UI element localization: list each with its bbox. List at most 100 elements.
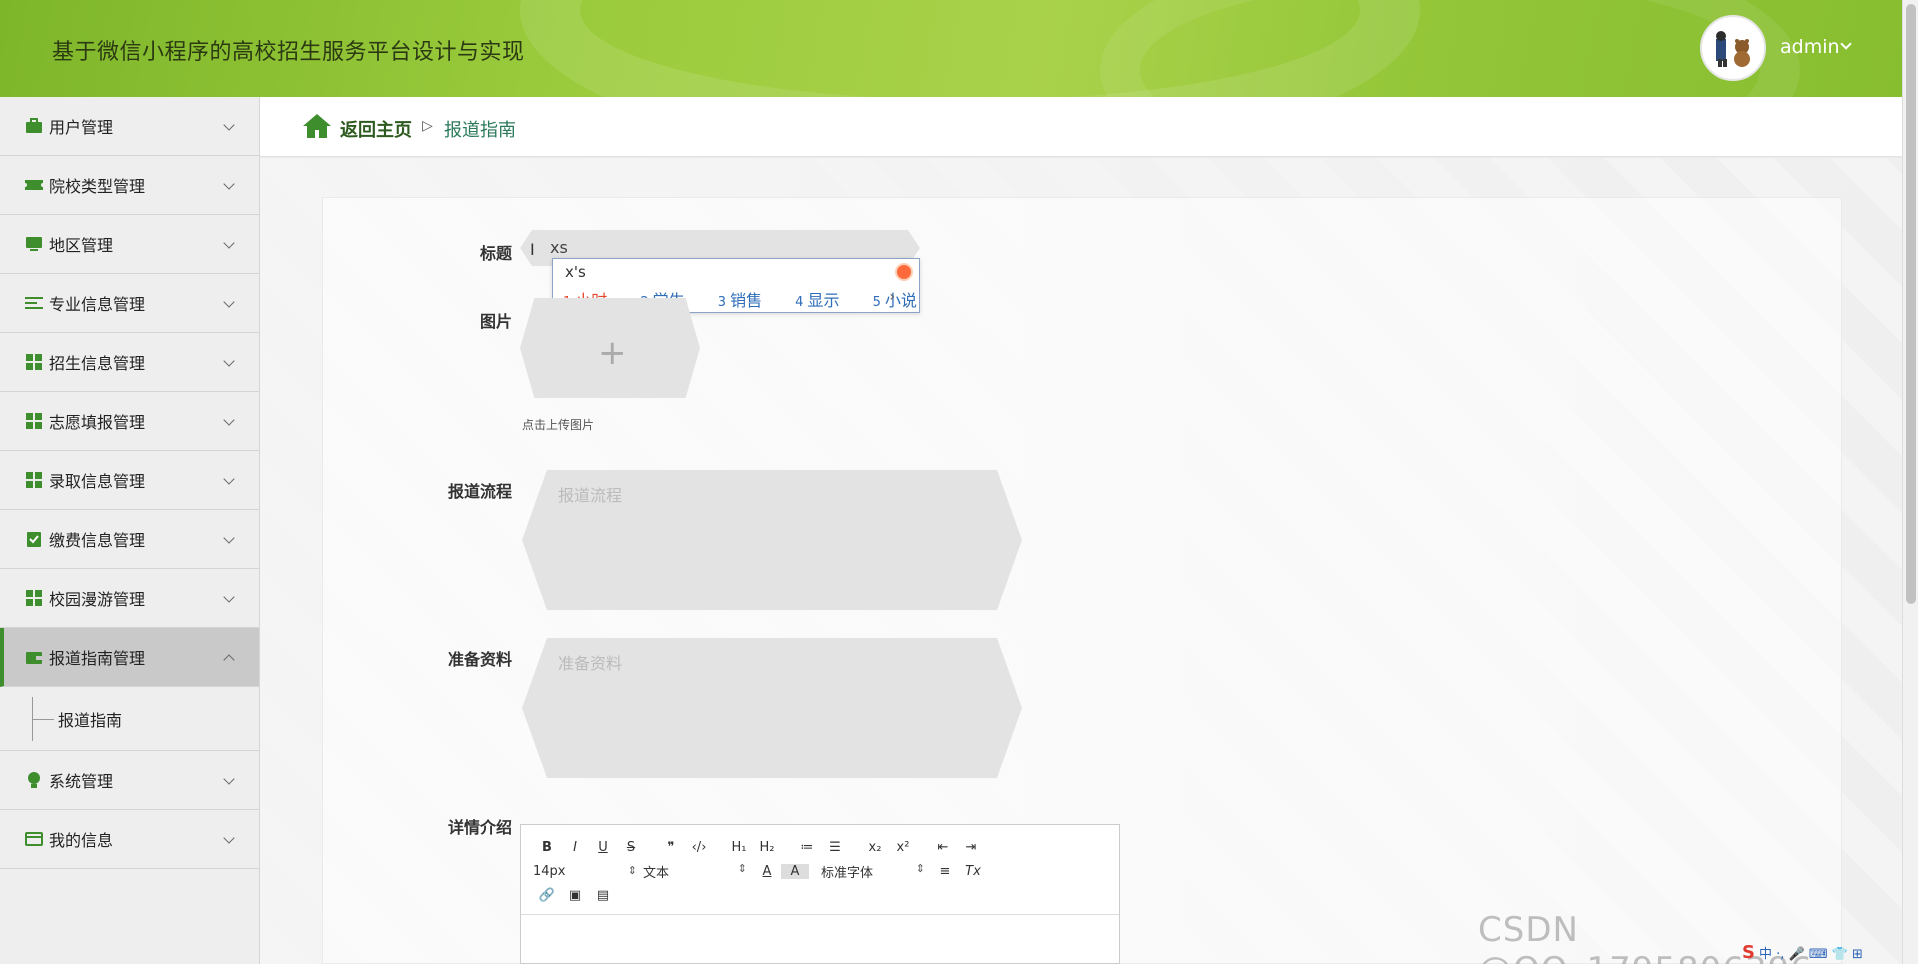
sidebar-item-my-info[interactable]: 我的信息 (0, 810, 259, 869)
subscript-button[interactable]: x₂ (861, 840, 889, 855)
scrollbar-thumb[interactable] (1906, 4, 1916, 604)
video-button[interactable]: ▤ (589, 888, 617, 903)
ime-candidate-3[interactable]: 3 销售 (718, 291, 776, 310)
chevron-down-icon[interactable] (1840, 38, 1852, 50)
site-title: 基于微信小程序的高校招生服务平台设计与实现 (52, 40, 525, 65)
sidebar-item-label: 缴费信息管理 (49, 531, 146, 550)
lightbulb-icon (24, 771, 44, 789)
chevron-down-icon (223, 237, 235, 249)
link-button[interactable]: 🔗 (533, 888, 561, 903)
chevron-up-icon (223, 654, 235, 666)
superscript-button[interactable]: x² (889, 840, 917, 855)
ime-composition: x's (565, 263, 586, 281)
h2-button[interactable]: H₂ (753, 840, 781, 855)
sidebar-item-label: 专业信息管理 (49, 295, 146, 314)
card-icon (24, 830, 44, 848)
outdent-button[interactable]: ⇤ (929, 840, 957, 855)
ime-candidate-5[interactable]: 5 小说 (873, 291, 931, 310)
sidebar-item-label: 用户管理 (49, 118, 114, 137)
clear-format-button[interactable]: Tx (959, 864, 987, 879)
list-icon (24, 294, 44, 312)
font-color-button[interactable]: A (753, 864, 781, 879)
font-family-select[interactable]: 标准字体 (821, 862, 931, 881)
grid-icon (24, 589, 44, 607)
briefcase-icon (24, 117, 44, 135)
sidebar-item-label: 报道指南管理 (49, 649, 146, 668)
sidebar-item-region[interactable]: 地区管理 (0, 215, 259, 274)
sidebar-item-campus-tour[interactable]: 校园漫游管理 (0, 569, 259, 628)
text-style-select[interactable]: 文本 (643, 862, 753, 881)
sidebar-item-label: 录取信息管理 (49, 472, 146, 491)
sidebar-item-label: 校园漫游管理 (49, 590, 146, 609)
underline-button[interactable]: U (589, 840, 617, 855)
blockquote-button[interactable]: ❞ (657, 840, 685, 855)
editor-content-area[interactable] (521, 915, 1119, 963)
chevron-down-icon (223, 591, 235, 603)
h1-button[interactable]: H₁ (725, 840, 753, 855)
chevron-down-icon (223, 355, 235, 367)
top-header: 基于微信小程序的高校招生服务平台设计与实现 admin (0, 0, 1902, 97)
sidebar-item-label: 我的信息 (49, 831, 114, 850)
sidebar-item-label: 志愿填报管理 (49, 413, 146, 432)
sidebar-item-application[interactable]: 志愿填报管理 (0, 392, 259, 451)
breadcrumb: 返回主页 ▷ 报道指南 (260, 97, 1902, 157)
detail-label: 详情介绍 (447, 818, 512, 837)
background-color-button[interactable]: A (781, 863, 809, 879)
sidebar-item-payment[interactable]: 缴费信息管理 (0, 510, 259, 569)
strike-button[interactable]: S (617, 840, 645, 855)
ime-status-tray[interactable]: S 中 ·, 🎤 ⌨ 👕 ⊞ (1742, 940, 1902, 964)
process-label: 报道流程 (447, 482, 512, 501)
image-button[interactable]: ▣ (561, 888, 589, 903)
chevron-down-icon (223, 414, 235, 426)
sidebar: 用户管理 院校类型管理 地区管理 专业信息管理 招生信息管理 志愿填报管理 录取… (0, 97, 260, 964)
sidebar-item-admissions[interactable]: 招生信息管理 (0, 333, 259, 392)
sidebar-item-major[interactable]: 专业信息管理 (0, 274, 259, 333)
font-size-select[interactable]: 14px (533, 864, 643, 879)
ime-next-page-icon[interactable]: › (889, 289, 895, 305)
sidebar-item-enrollment[interactable]: 录取信息管理 (0, 451, 259, 510)
ordered-list-button[interactable]: ≔ (793, 840, 821, 855)
sidebar-item-user-management[interactable]: 用户管理 (0, 97, 259, 156)
page-scrollbar[interactable] (1902, 0, 1918, 964)
grid-icon (24, 412, 44, 430)
chevron-down-icon (223, 773, 235, 785)
sidebar-item-report-guide[interactable]: 报道指南管理 (0, 628, 259, 687)
bullet-list-button[interactable]: ☰ (821, 840, 849, 855)
sidebar-item-label: 系统管理 (49, 772, 114, 791)
bold-button[interactable]: B (533, 840, 561, 855)
upload-hint: 点击上传图片 (522, 418, 595, 432)
materials-textarea[interactable]: 准备资料 (522, 638, 1022, 778)
avatar[interactable] (1700, 15, 1766, 81)
user-menu-name[interactable]: admin (1780, 36, 1840, 58)
sidebar-item-school-type[interactable]: 院校类型管理 (0, 156, 259, 215)
home-icon[interactable] (302, 113, 332, 139)
code-button[interactable]: ‹/› (685, 840, 713, 855)
sidebar-item-label: 院校类型管理 (49, 177, 146, 196)
editor-toolbar: B I U S ❞ ‹/› H₁ H₂ ≔ ☰ x₂ x² ⇤ ⇥ 14px 文… (521, 825, 1119, 915)
process-textarea[interactable]: 报道流程 (522, 470, 1022, 610)
indent-button[interactable]: ⇥ (957, 840, 985, 855)
sogou-logo-icon (895, 263, 913, 281)
breadcrumb-separator: ▷ (422, 118, 433, 134)
chevron-down-icon (223, 832, 235, 844)
chevron-down-icon (223, 532, 235, 544)
wallet-icon (24, 648, 44, 666)
chevron-down-icon (223, 178, 235, 190)
chevron-down-icon (223, 473, 235, 485)
align-button[interactable]: ≡ (931, 864, 959, 879)
title-label: 标题 (479, 244, 512, 263)
sidebar-item-label: 地区管理 (49, 236, 114, 255)
rich-text-editor: B I U S ❞ ‹/› H₁ H₂ ≔ ☰ x₂ x² ⇤ ⇥ 14px 文… (520, 824, 1120, 964)
italic-button[interactable]: I (561, 840, 589, 855)
chevron-down-icon (223, 119, 235, 131)
ime-status-icons: 中 ·, 🎤 ⌨ 👕 ⊞ (1758, 946, 1863, 962)
materials-label: 准备资料 (447, 650, 512, 669)
image-label: 图片 (479, 312, 512, 331)
sidebar-subitem-label: 报道指南 (58, 710, 123, 730)
chevron-down-icon (223, 296, 235, 308)
sidebar-item-system[interactable]: 系统管理 (0, 751, 259, 810)
sidebar-item-label: 招生信息管理 (49, 354, 146, 373)
ime-candidate-4[interactable]: 4 显示 (795, 291, 853, 310)
breadcrumb-home-link[interactable]: 返回主页 (340, 116, 412, 142)
sidebar-subitem-report-guide[interactable]: 报道指南 (0, 687, 259, 751)
